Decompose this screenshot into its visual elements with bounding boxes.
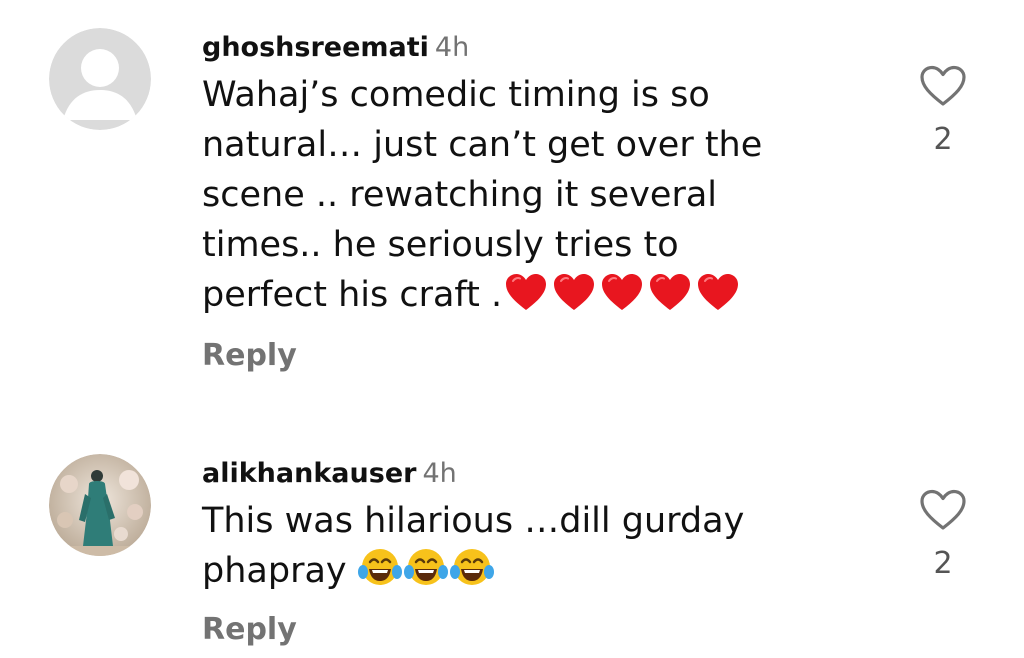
red-heart-icon [602, 274, 643, 310]
red-heart-icon [554, 274, 595, 310]
like-control: 2 [918, 64, 968, 158]
comment-meta: alikhankauser 4h [202, 454, 822, 494]
user-photo-avatar-icon [49, 454, 151, 556]
reply-button[interactable]: Reply [202, 610, 297, 650]
timestamp: 4h [422, 458, 457, 489]
timestamp: 4h [434, 32, 470, 63]
username[interactable]: alikhankauser [202, 458, 416, 489]
comment-text-line: perfect his craft . [202, 275, 503, 315]
red-heart-icon [506, 274, 547, 310]
tears-of-joy-icon [403, 549, 448, 585]
like-count: 2 [933, 122, 953, 157]
comment-text: This was hilarious …dill gurday phapray [202, 496, 822, 602]
comment-text-line: scene .. rewatching it several [202, 175, 718, 215]
avatar[interactable] [49, 454, 151, 556]
default-avatar-icon [49, 28, 151, 130]
comment-text-line: Wahaj’s comedic timing is so [202, 75, 710, 115]
heart-outline-icon[interactable] [918, 488, 968, 532]
tears-of-joy-emoji-group [357, 546, 495, 602]
tears-of-joy-icon [449, 549, 494, 585]
red-heart-icon [650, 274, 691, 310]
comment-text: Wahaj’s comedic timing is so natural… ju… [202, 70, 822, 326]
comment-text-line: phapray [202, 551, 347, 591]
comment-text-line-with-emoji: perfect his craft . [202, 270, 822, 326]
like-control: 2 [918, 488, 968, 582]
red-heart-emoji-group [504, 272, 744, 326]
comment-text-line-with-emoji: phapray [202, 546, 822, 602]
comment-text-line: times.. he seriously tries to [202, 225, 679, 265]
comment-text-line: natural… just can’t get over the [202, 125, 763, 165]
avatar[interactable] [49, 28, 151, 130]
like-count: 2 [933, 546, 953, 581]
reply-button[interactable]: Reply [202, 336, 297, 376]
tears-of-joy-icon [357, 549, 402, 585]
comment-text-line: This was hilarious …dill gurday [202, 501, 745, 541]
red-heart-icon [698, 274, 739, 310]
comment-meta: ghoshsreemati 4h [202, 28, 822, 68]
heart-outline-icon[interactable] [918, 64, 968, 108]
username[interactable]: ghoshsreemati [202, 32, 429, 63]
